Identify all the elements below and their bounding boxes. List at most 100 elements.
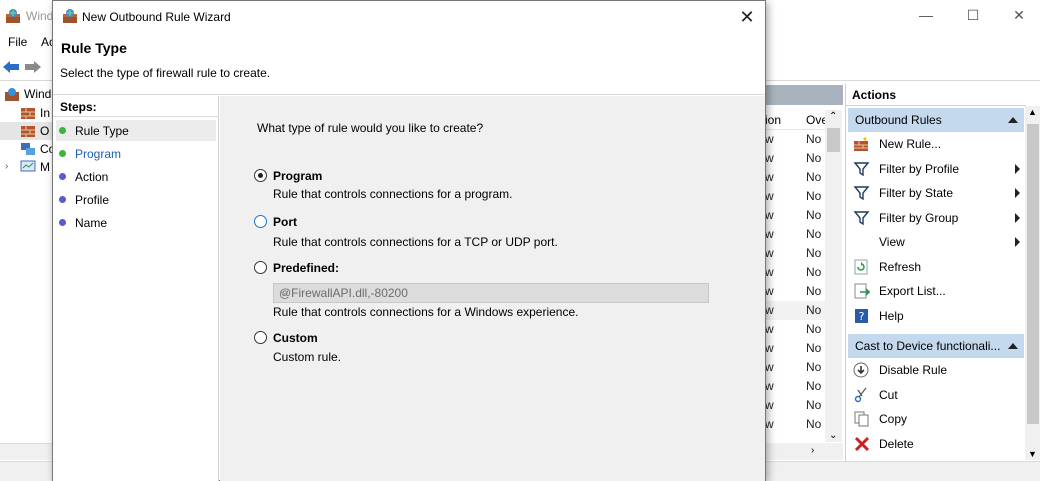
option-port-description: Rule that controls connections for a TCP… bbox=[273, 235, 558, 249]
table-cell-override: No bbox=[806, 398, 822, 412]
console-tree: Windo In O Co › M bbox=[0, 82, 58, 462]
predefined-rules-dropdown[interactable]: @FirewallAPI.dll,-80200 bbox=[273, 283, 709, 303]
scroll-down-icon[interactable]: ⌄ bbox=[829, 430, 837, 441]
action-item[interactable]: ? Help bbox=[848, 304, 1024, 328]
action-label: Filter by Group bbox=[879, 210, 959, 225]
table-row[interactable]: w No bbox=[765, 130, 825, 149]
table-row[interactable]: w No bbox=[765, 377, 825, 396]
table-row[interactable]: w No bbox=[765, 168, 825, 187]
radio-port[interactable] bbox=[254, 215, 267, 228]
step-label: Action bbox=[75, 170, 109, 184]
tree-item-inbound[interactable]: In bbox=[0, 104, 60, 122]
wizard-step[interactable]: Program bbox=[56, 143, 216, 164]
page-title: Rule Type bbox=[61, 40, 127, 56]
scroll-up-icon[interactable]: ⌃ bbox=[829, 111, 837, 122]
table-row[interactable]: w No bbox=[765, 225, 825, 244]
minimize-button[interactable]: — bbox=[903, 4, 949, 26]
action-item[interactable]: Refresh bbox=[848, 255, 1024, 279]
collapse-triangle-icon[interactable] bbox=[1008, 117, 1018, 123]
table-cell-action: w bbox=[765, 417, 774, 431]
action-label: Export List... bbox=[879, 284, 946, 298]
tree-item-connection-security[interactable]: Co bbox=[0, 140, 60, 158]
action-item[interactable]: Delete bbox=[848, 432, 1024, 456]
delete-icon bbox=[853, 436, 871, 452]
scroll-down-icon[interactable]: ▼ bbox=[1028, 449, 1037, 459]
table-cell-action: w bbox=[765, 170, 774, 184]
action-item[interactable]: Copy bbox=[848, 407, 1024, 431]
monitoring-icon bbox=[20, 160, 36, 174]
rules-list-vertical-scrollbar[interactable]: ⌃ ⌄ bbox=[825, 110, 842, 442]
action-item[interactable]: Export List... bbox=[848, 279, 1024, 303]
wizard-title: New Outbound Rule Wizard bbox=[82, 10, 231, 24]
radio-custom[interactable] bbox=[254, 331, 267, 344]
option-program-label[interactable]: Program bbox=[273, 169, 322, 183]
table-row[interactable]: w No bbox=[765, 282, 825, 301]
table-row[interactable]: w No bbox=[765, 339, 825, 358]
option-custom-label[interactable]: Custom bbox=[273, 331, 318, 345]
table-row[interactable]: w No bbox=[765, 244, 825, 263]
table-row[interactable]: w No bbox=[765, 358, 825, 377]
table-cell-action: w bbox=[765, 132, 774, 146]
step-status-dot bbox=[59, 127, 66, 134]
new-rule-icon bbox=[853, 136, 871, 152]
submenu-arrow-icon bbox=[1015, 237, 1020, 247]
close-wizard-button[interactable]: ✕ bbox=[733, 6, 761, 28]
actions-group-outbound-rules[interactable]: Outbound Rules bbox=[848, 108, 1024, 132]
option-port-label[interactable]: Port bbox=[273, 215, 297, 229]
action-label: Cut bbox=[879, 387, 898, 402]
collapse-triangle-icon[interactable] bbox=[1008, 343, 1018, 349]
expand-chevron-icon[interactable]: › bbox=[5, 161, 8, 172]
action-label: View bbox=[879, 235, 905, 249]
table-row[interactable]: w No bbox=[765, 320, 825, 339]
menu-file[interactable]: File bbox=[8, 35, 27, 49]
scroll-right-icon[interactable]: › bbox=[811, 445, 814, 456]
radio-predefined[interactable] bbox=[254, 261, 267, 274]
svg-text:?: ? bbox=[859, 310, 865, 323]
maximize-button[interactable]: ☐ bbox=[950, 4, 996, 26]
chevron-down-icon[interactable] bbox=[279, 287, 704, 301]
scroll-thumb[interactable] bbox=[1027, 124, 1039, 424]
tree-item-monitoring[interactable]: › M bbox=[0, 158, 60, 176]
steps-title: Steps: bbox=[60, 100, 97, 114]
step-label: Profile bbox=[75, 193, 110, 207]
action-label: Filter by Profile bbox=[879, 161, 960, 176]
table-row[interactable]: w No bbox=[765, 396, 825, 415]
outbound-rules-icon bbox=[20, 124, 36, 138]
tree-horizontal-scrollbar[interactable] bbox=[0, 443, 52, 460]
back-arrow-icon[interactable] bbox=[2, 59, 20, 78]
wizard-step: Action bbox=[56, 166, 216, 187]
table-row[interactable]: w No bbox=[765, 187, 825, 206]
divider bbox=[53, 116, 219, 117]
action-label: Delete bbox=[879, 436, 914, 451]
actions-group-selected-rule[interactable]: Cast to Device functionali... bbox=[848, 334, 1024, 358]
action-item[interactable]: Cut bbox=[848, 383, 1024, 407]
action-item[interactable]: Filter by State bbox=[848, 181, 1024, 205]
radio-program[interactable] bbox=[254, 169, 267, 182]
table-row[interactable]: w No bbox=[765, 415, 825, 434]
tree-item-outbound[interactable]: O bbox=[0, 122, 52, 140]
table-row[interactable]: w No bbox=[765, 263, 825, 282]
table-row[interactable]: w No bbox=[765, 301, 825, 320]
rules-list-horizontal-scrollbar[interactable]: › bbox=[765, 443, 843, 460]
action-item[interactable]: View bbox=[848, 230, 1024, 254]
scroll-thumb[interactable] bbox=[827, 128, 840, 152]
action-item[interactable]: Disable Rule bbox=[848, 358, 1024, 382]
table-cell-action: w bbox=[765, 341, 774, 355]
step-label: Name bbox=[75, 216, 108, 230]
close-console-button[interactable]: ✕ bbox=[996, 4, 1040, 26]
action-item[interactable]: New Rule... bbox=[848, 132, 1024, 156]
submenu-arrow-icon bbox=[1015, 188, 1020, 198]
forward-arrow-icon[interactable] bbox=[24, 59, 42, 78]
action-item[interactable]: Filter by Profile bbox=[848, 157, 1024, 181]
table-cell-action: w bbox=[765, 322, 774, 336]
table-row[interactable]: w No bbox=[765, 149, 825, 168]
tree-item-root[interactable]: Windo bbox=[0, 85, 60, 103]
filter-icon bbox=[853, 185, 871, 201]
actions-vertical-scrollbar[interactable]: ▲ ▼ bbox=[1025, 106, 1040, 460]
table-row[interactable]: w No bbox=[765, 206, 825, 225]
table-cell-override: No bbox=[806, 170, 822, 184]
column-header-action[interactable]: ion bbox=[765, 113, 781, 127]
option-predefined-label[interactable]: Predefined: bbox=[273, 261, 339, 275]
scroll-up-icon[interactable]: ▲ bbox=[1028, 107, 1037, 117]
action-item[interactable]: Filter by Group bbox=[848, 206, 1024, 230]
